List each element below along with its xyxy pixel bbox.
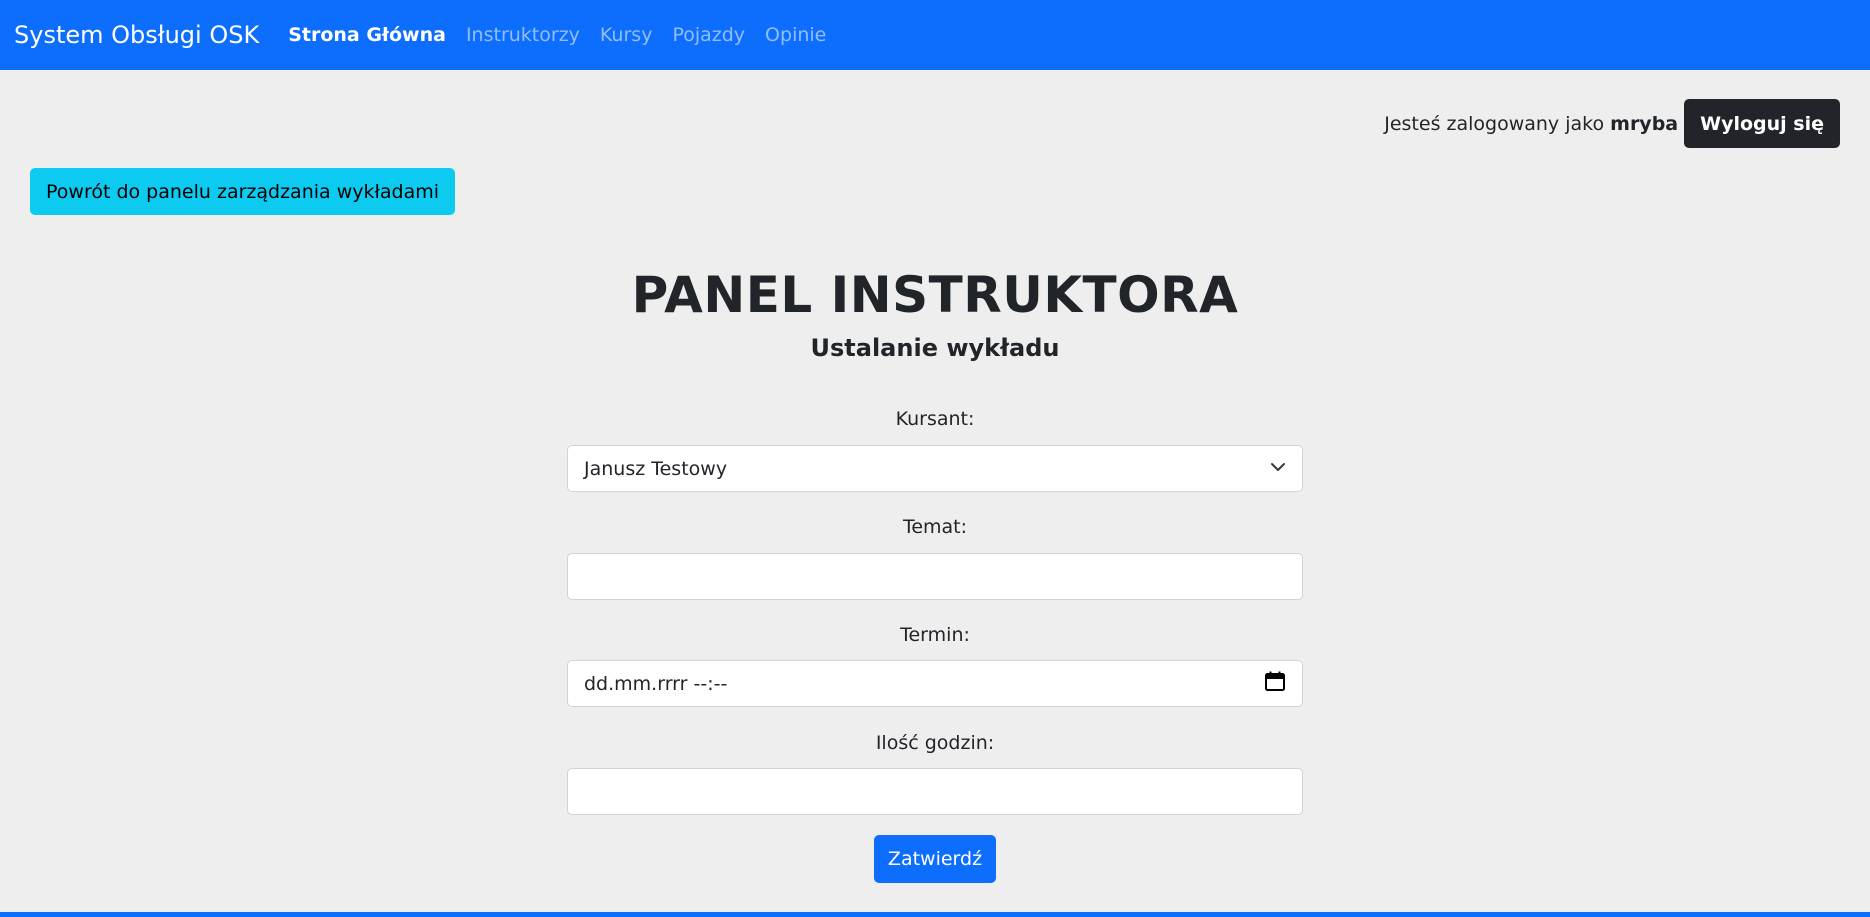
page-subtitle: Ustalanie wykładu xyxy=(810,334,1060,362)
student-select-value: Janusz Testowy xyxy=(584,457,728,480)
page-title: PANEL INSTRUKTORA xyxy=(631,266,1239,324)
date-label: Termin: xyxy=(900,624,970,646)
top-navbar: System Obsługi OSK Strona Główna Instruk… xyxy=(0,0,1870,70)
submit-button[interactable]: Zatwierdź xyxy=(874,835,996,883)
calendar-icon[interactable] xyxy=(1264,670,1286,697)
topic-input[interactable] xyxy=(567,553,1303,600)
nav-link-instructors[interactable]: Instruktorzy xyxy=(466,24,580,46)
hours-input[interactable] xyxy=(567,768,1303,815)
bottom-bar xyxy=(0,912,1870,917)
date-input[interactable]: dd.mm.rrrr --:-- xyxy=(567,660,1303,707)
nav-link-vehicles[interactable]: Pojazdy xyxy=(672,24,745,46)
student-select[interactable]: Janusz Testowy xyxy=(567,445,1303,492)
student-label: Kursant: xyxy=(895,408,975,430)
back-to-lectures-button[interactable]: Powrót do panelu zarządzania wykładami xyxy=(30,168,456,215)
login-status: Jesteś zalogowany jako mryba Wyloguj się xyxy=(1384,99,1840,148)
date-input-value: dd.mm.rrrr --:-- xyxy=(584,672,728,695)
logout-button[interactable]: Wyloguj się xyxy=(1684,99,1840,148)
login-prefix: Jesteś zalogowany jako xyxy=(1384,112,1605,135)
username: mryba xyxy=(1610,112,1679,135)
login-text: Jesteś zalogowany jako mryba xyxy=(1384,113,1678,135)
nav-link-courses[interactable]: Kursy xyxy=(600,24,653,46)
nav-link-reviews[interactable]: Opinie xyxy=(765,24,826,46)
nav-link-home[interactable]: Strona Główna xyxy=(288,24,446,46)
topic-label: Temat: xyxy=(902,516,968,538)
chevron-down-icon xyxy=(1270,458,1286,480)
navbar-brand[interactable]: System Obsługi OSK xyxy=(14,21,259,49)
hours-label: Ilość godzin: xyxy=(875,732,995,754)
